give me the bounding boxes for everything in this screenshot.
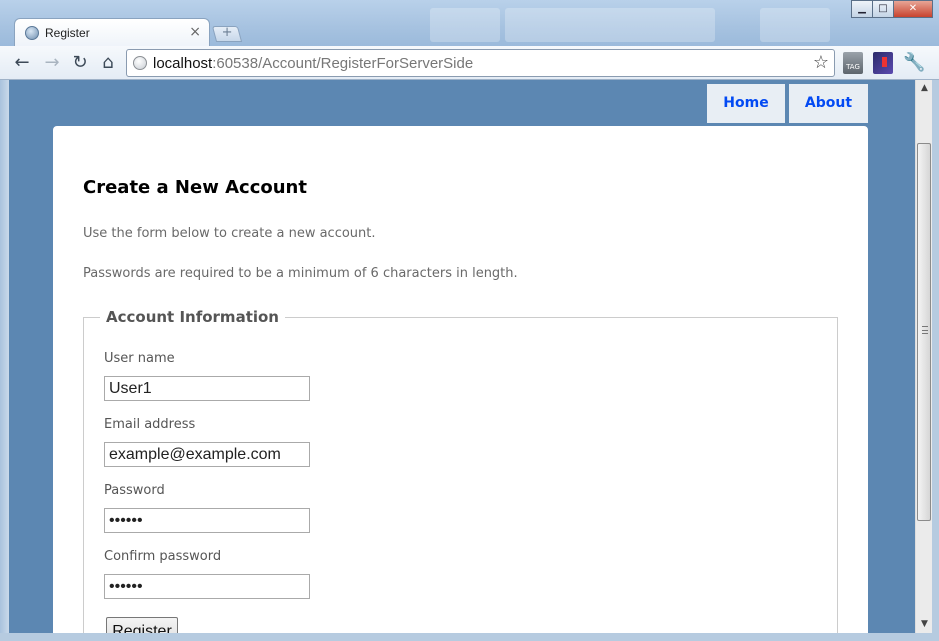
username-input[interactable] bbox=[104, 376, 310, 401]
window-controls: ▁ □ ✕ bbox=[851, 0, 933, 18]
browser-tab-register[interactable]: Register × bbox=[14, 18, 210, 48]
home-button[interactable]: ⌂ bbox=[96, 51, 120, 75]
maximize-button[interactable]: □ bbox=[872, 0, 894, 18]
close-tab-icon[interactable]: × bbox=[189, 24, 201, 40]
reload-button[interactable]: ↻ bbox=[68, 51, 92, 75]
scroll-up-arrow-icon[interactable]: ▲ bbox=[916, 80, 933, 97]
password-label: Password bbox=[104, 483, 165, 498]
register-button[interactable]: Register bbox=[106, 617, 178, 633]
window-frame-bottom bbox=[0, 633, 939, 641]
book-extension-icon[interactable] bbox=[873, 52, 893, 74]
account-information-fieldset: Account Information User name Email addr… bbox=[83, 308, 838, 633]
address-bar[interactable]: localhost:60538/Account/RegisterForServe… bbox=[126, 49, 835, 77]
forward-button[interactable]: → bbox=[40, 51, 64, 75]
wrench-icon[interactable]: 🔧 bbox=[903, 52, 925, 74]
page-viewport: Home About Create a New Account Use the … bbox=[9, 80, 915, 633]
tab-title: Register bbox=[45, 26, 90, 40]
scrollbar-thumb[interactable] bbox=[917, 143, 931, 521]
username-label: User name bbox=[104, 351, 175, 366]
vertical-scrollbar[interactable]: ▲ ▼ bbox=[915, 80, 932, 633]
site-menu: Home About bbox=[707, 84, 868, 123]
background-window-ghost bbox=[430, 8, 500, 42]
page-icon bbox=[133, 56, 147, 70]
window-titlebar: Register × + ▁ □ ✕ bbox=[0, 0, 939, 48]
window-frame-left bbox=[0, 80, 9, 641]
confirm-password-input[interactable] bbox=[104, 574, 310, 599]
background-window-ghost bbox=[505, 8, 715, 42]
email-label: Email address bbox=[104, 417, 196, 432]
password-input[interactable] bbox=[104, 508, 310, 533]
back-button[interactable]: ← bbox=[10, 51, 34, 75]
menu-item-about[interactable]: About bbox=[789, 84, 868, 123]
minimize-button[interactable]: ▁ bbox=[851, 0, 873, 18]
scroll-down-arrow-icon[interactable]: ▼ bbox=[916, 616, 933, 633]
bookmark-star-icon[interactable]: ☆ bbox=[813, 52, 829, 73]
new-tab-button[interactable]: + bbox=[211, 25, 243, 42]
close-window-button[interactable]: ✕ bbox=[893, 0, 933, 18]
browser-toolbar: ← → ↻ ⌂ localhost:60538/Account/Register… bbox=[0, 46, 939, 80]
intro-text: Use the form below to create a new accou… bbox=[83, 226, 376, 241]
email-input[interactable] bbox=[104, 442, 310, 467]
scrollbar-grip-icon bbox=[922, 326, 928, 334]
url-text: localhost:60538/Account/RegisterForServe… bbox=[153, 55, 474, 72]
password-requirement-text: Passwords are required to be a minimum o… bbox=[83, 266, 518, 281]
background-window-ghost bbox=[760, 8, 830, 42]
confirm-password-label: Confirm password bbox=[104, 549, 222, 564]
tag-extension-icon[interactable]: TAG bbox=[843, 52, 863, 74]
page-title: Create a New Account bbox=[83, 177, 307, 198]
main-content: Create a New Account Use the form below … bbox=[53, 126, 868, 633]
globe-icon bbox=[25, 26, 39, 40]
fieldset-legend: Account Information bbox=[106, 308, 279, 326]
plus-icon: + bbox=[221, 25, 233, 40]
window-frame-right bbox=[932, 80, 939, 641]
menu-item-home[interactable]: Home bbox=[707, 84, 785, 123]
